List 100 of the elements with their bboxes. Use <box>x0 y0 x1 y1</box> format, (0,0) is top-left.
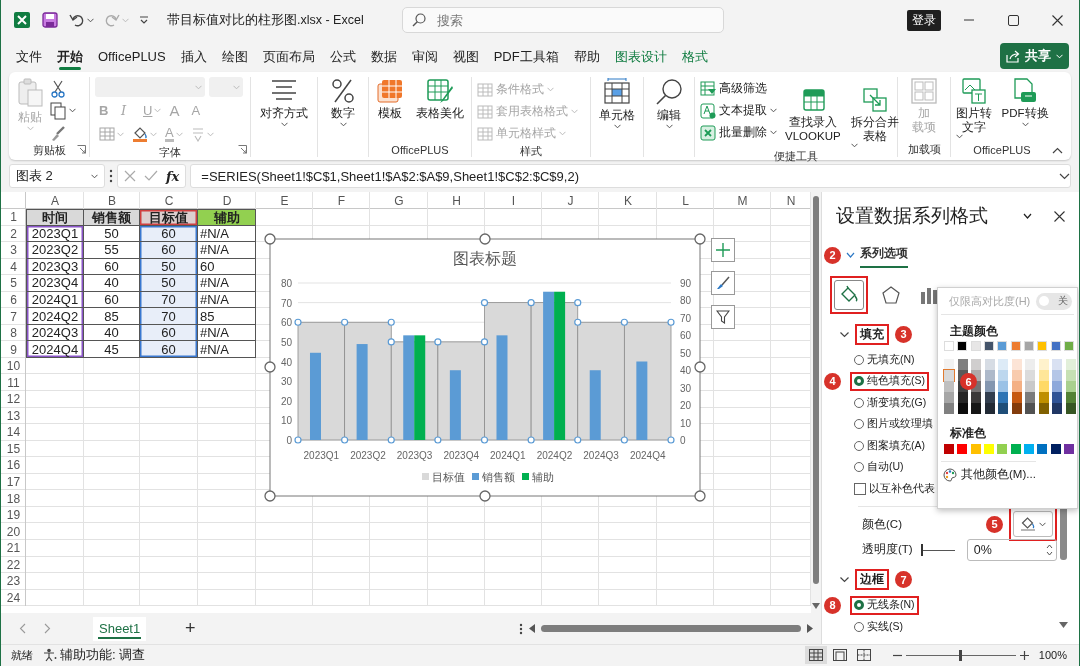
transparency-field[interactable]: 0% <box>966 538 1057 561</box>
axis-label: 30 <box>680 382 692 394</box>
checkbox[interactable]: 以互补色代表 <box>850 479 939 499</box>
split-merge-button[interactable]: 拆分合并 表格 <box>848 77 901 149</box>
sign-in-button[interactable]: 登录 <box>907 9 941 31</box>
row-header[interactable]: 12 <box>1 391 26 408</box>
menu-tab[interactable]: 公式 <box>322 41 363 71</box>
axis-label: 50 <box>280 336 292 348</box>
column-header[interactable]: F <box>313 192 370 209</box>
column-header[interactable]: J <box>542 192 599 209</box>
radio-button[interactable]: 渐变填充(G) <box>850 393 931 413</box>
menu-tab[interactable]: 帮助 <box>566 41 607 71</box>
insert-function-button[interactable]: fx <box>166 168 180 184</box>
lookup-entry-button[interactable]: 查找录入 VLOOKUP <box>783 77 843 144</box>
search-field[interactable]: 搜索 <box>402 7 724 33</box>
row-header[interactable]: 19 <box>1 506 26 524</box>
accessibility-button[interactable]: 辅助功能: 调查 <box>43 646 146 664</box>
menu-tab[interactable]: 文件 <box>9 41 49 71</box>
radio-button[interactable]: 图片或纹理填 <box>850 414 937 434</box>
share-button[interactable]: 共享 <box>1000 43 1069 69</box>
table-header-cell: 时间 <box>26 209 84 226</box>
radio-button[interactable]: 实线(S) <box>850 617 907 637</box>
row-header[interactable]: 23 <box>1 573 26 590</box>
tool-menu-button[interactable]: 批量删除 <box>700 122 777 143</box>
menu-tab[interactable]: 视图 <box>445 41 486 71</box>
alignment-button[interactable]: 对齐方式 <box>258 77 310 128</box>
menu-tab[interactable]: 绘图 <box>214 41 255 71</box>
row-header[interactable]: 14 <box>1 424 26 441</box>
row-header[interactable]: 3 <box>1 242 26 259</box>
column-header[interactable]: C <box>140 192 198 209</box>
section-heading[interactable]: 边框 <box>855 569 889 590</box>
row-header[interactable]: 1 <box>1 209 26 226</box>
group-label: 便捷工具 <box>774 149 818 164</box>
column-header[interactable]: D <box>198 192 256 209</box>
menu-tab[interactable]: 数据 <box>363 41 404 71</box>
table-cell: 2024Q4 <box>26 341 84 358</box>
row-header[interactable]: 4 <box>1 258 26 276</box>
row-header[interactable]: 9 <box>1 341 26 358</box>
image-to-text-button[interactable]: 图片转 文字 <box>953 77 994 140</box>
axis-label: 70 <box>280 297 292 309</box>
table-beautify-button[interactable]: 表格美化 <box>414 77 466 121</box>
column-header[interactable]: M <box>714 192 771 209</box>
column-header[interactable]: I <box>485 192 542 209</box>
editing-button[interactable]: 编辑 <box>653 77 685 130</box>
tool-menu-button[interactable]: 高级筛选 <box>700 78 777 99</box>
axis-label: 80 <box>280 278 292 289</box>
column-header[interactable]: H <box>428 192 485 209</box>
cells-button[interactable]: 单元格 <box>597 77 637 130</box>
table-cell: 60 <box>140 341 198 358</box>
tool-menu-button[interactable]: 文本提取 <box>700 100 777 121</box>
template-button[interactable]: 模板 <box>374 77 406 121</box>
menu-tab[interactable]: 插入 <box>173 41 214 71</box>
more-colors-button[interactable]: 其他颜色(M)... <box>941 461 1036 482</box>
row-header[interactable]: 10 <box>1 357 26 375</box>
menu-tab[interactable]: 格式 <box>674 41 715 71</box>
menu-tab[interactable]: 图表设计 <box>607 41 674 71</box>
row-header[interactable]: 13 <box>1 407 26 425</box>
radio-button[interactable]: 自动(U) <box>850 457 908 477</box>
pdf-convert-button[interactable]: PDF转换 <box>999 77 1051 128</box>
column-header[interactable]: B <box>84 192 140 209</box>
radio-button[interactable]: 图案填充(A) <box>850 436 929 456</box>
radio-button[interactable]: 无填充(N) <box>850 350 919 370</box>
column-header[interactable]: L <box>657 192 714 209</box>
row-header[interactable]: 7 <box>1 308 26 325</box>
column-header[interactable]: N <box>771 192 811 209</box>
radio-button[interactable]: 纯色填充(S) <box>850 371 929 391</box>
toggle-switch[interactable]: 关 <box>1036 292 1073 310</box>
row-header[interactable]: 8 <box>1 324 26 342</box>
number-format-button[interactable]: 数字 <box>328 77 358 128</box>
radio-button[interactable]: 无线条(N) <box>850 595 919 615</box>
row-header[interactable]: 22 <box>1 556 26 574</box>
category-label: 2024Q3 <box>583 450 619 461</box>
row-header[interactable]: 18 <box>1 490 26 507</box>
menu-tab[interactable]: 开始 <box>50 41 90 71</box>
row-header[interactable]: 6 <box>1 291 26 309</box>
row-header[interactable]: 21 <box>1 539 26 557</box>
row-header[interactable]: 5 <box>1 275 26 292</box>
row-header[interactable]: 16 <box>1 457 26 474</box>
menu-tab[interactable]: OfficePLUS <box>91 43 173 69</box>
row-header[interactable]: 20 <box>1 523 26 540</box>
row-header[interactable]: 11 <box>1 374 26 391</box>
add-sheet-button[interactable]: + <box>180 618 201 639</box>
series-options-tab[interactable]: 系列选项 <box>860 242 908 268</box>
menu-tab[interactable]: 审阅 <box>404 41 445 71</box>
column-header[interactable]: E <box>256 192 313 209</box>
row-header[interactable]: 15 <box>1 440 26 458</box>
row-header[interactable]: 17 <box>1 473 26 491</box>
menu-tab[interactable]: PDF工具箱 <box>486 41 566 71</box>
table-cell: 40 <box>84 275 140 292</box>
menu-tab[interactable]: 页面布局 <box>255 41 322 71</box>
color-label: 颜色(C) <box>862 516 903 532</box>
sheet-tab[interactable]: Sheet1 <box>93 616 147 641</box>
column-header[interactable]: K <box>599 192 657 209</box>
section-heading[interactable]: 填充 <box>855 323 889 345</box>
name-box[interactable]: 图表 2 <box>9 164 105 188</box>
formula-field[interactable]: =SERIES(Sheet1!$C$1,Sheet1!$A$2:$A$9,Sheet1!$C$2:$C$9,2) <box>190 164 1071 188</box>
row-header[interactable]: 2 <box>1 225 26 243</box>
column-header[interactable]: G <box>370 192 428 209</box>
row-header[interactable]: 24 <box>1 589 26 607</box>
column-header[interactable]: A <box>26 192 84 209</box>
